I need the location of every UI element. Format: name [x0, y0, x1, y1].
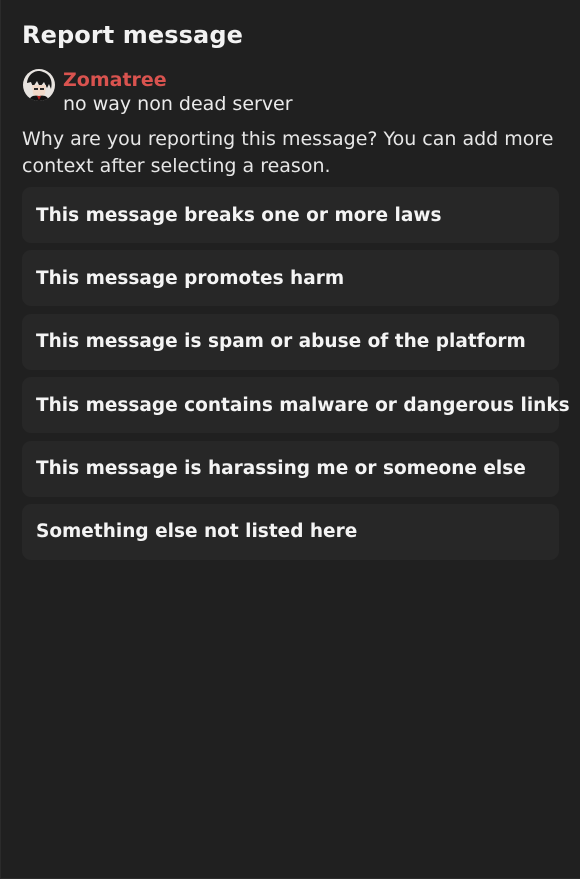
report-prompt: Why are you reporting this message? You …	[22, 128, 554, 177]
reason-list: This message breaks one or more laws Thi…	[22, 187, 570, 567]
reason-option-something-else[interactable]: Something else not listed here	[22, 503, 559, 560]
reason-label: This message is spam or abuse of the pla…	[36, 331, 526, 353]
avatar	[23, 69, 55, 101]
reason-option-harassment[interactable]: This message is harassing me or someone …	[22, 440, 559, 497]
dialog-title: Report message	[22, 21, 243, 49]
user-avatar-icon	[23, 69, 55, 101]
reason-option-spam-abuse[interactable]: This message is spam or abuse of the pla…	[22, 313, 559, 370]
message-content: no way non dead server	[63, 93, 293, 115]
reason-label: This message contains malware or dangero…	[36, 394, 570, 416]
reason-option-breaks-laws[interactable]: This message breaks one or more laws	[22, 187, 559, 243]
reason-label: This message promotes harm	[36, 267, 345, 289]
reason-label: This message is harassing me or someone …	[36, 458, 526, 480]
report-message-dialog: Report message Zomatree no way non dead …	[0, 0, 580, 879]
reason-option-promotes-harm[interactable]: This message promotes harm	[22, 250, 559, 307]
reason-option-malware[interactable]: This message contains malware or dangero…	[22, 377, 570, 434]
message-author: Zomatree	[63, 69, 167, 91]
reason-label: This message breaks one or more laws	[36, 204, 442, 226]
reason-label: Something else not listed here	[36, 521, 358, 543]
reported-message-preview: Zomatree no way non dead server	[23, 69, 543, 117]
